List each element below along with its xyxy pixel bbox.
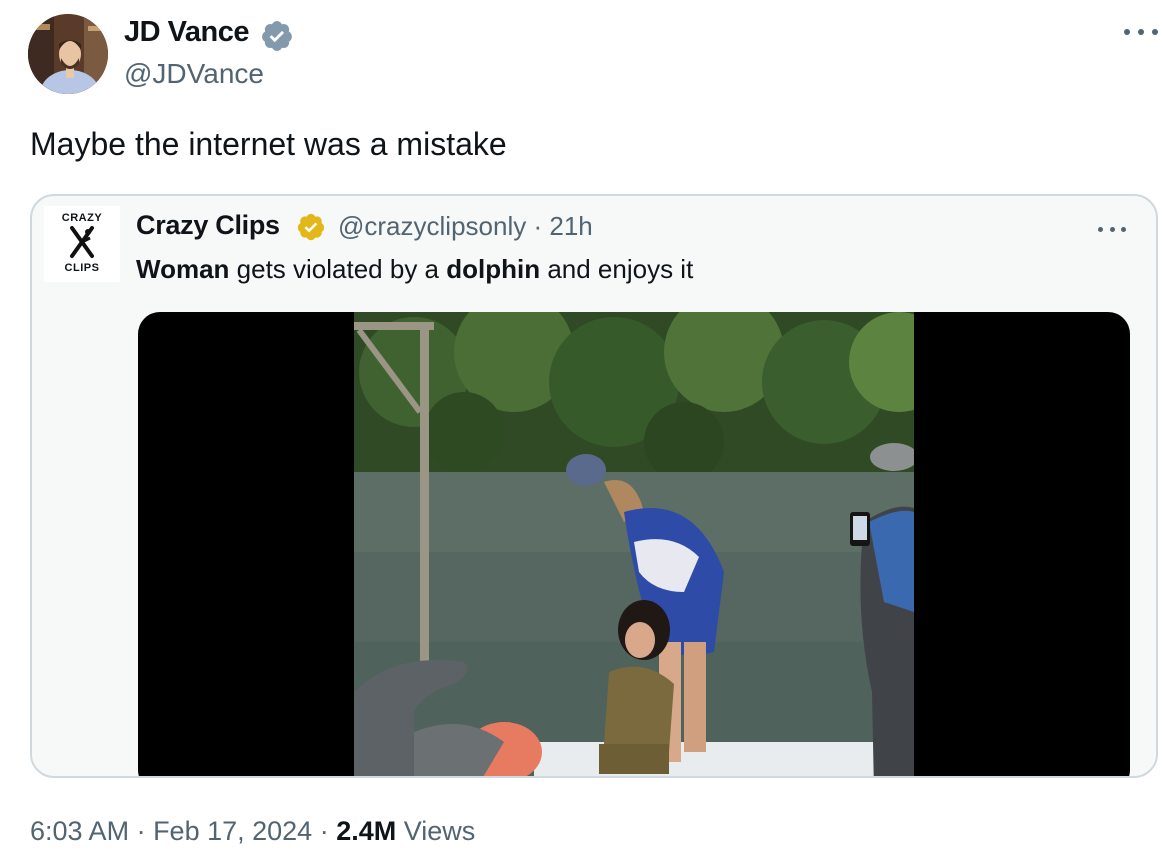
verified-gold-badge-icon — [297, 213, 325, 241]
more-options-button[interactable] — [1124, 20, 1158, 44]
author-avatar[interactable] — [28, 14, 108, 94]
tweet-time[interactable]: 6:03 AM — [30, 816, 129, 846]
more-dot — [1152, 29, 1158, 35]
tweet-footer: 6:03 AM · Feb 17, 2024 · 2.4M Views — [30, 816, 475, 847]
quoted-avatar-bottom-text: CLIPS — [64, 262, 100, 274]
more-dot — [1121, 226, 1126, 232]
author-name[interactable]: JD Vance — [124, 16, 249, 49]
more-horizontal-icon — [1124, 29, 1130, 35]
views-count[interactable]: 2.4M — [336, 816, 396, 846]
quoted-author-name[interactable]: Crazy Clips — [136, 210, 280, 241]
quoted-meta: @crazyclipsonly · 21h — [338, 211, 593, 242]
crazy-clips-logo-icon — [70, 226, 94, 258]
more-dot — [1109, 226, 1115, 232]
quoted-text-part-4: and enjoys it — [540, 254, 694, 284]
author-handle[interactable]: @JDVance — [124, 58, 264, 90]
tweet-date[interactable]: Feb 17, 2024 — [153, 816, 312, 846]
quoted-avatar[interactable]: CRAZY CLIPS — [44, 206, 120, 282]
quoted-more-options-button[interactable] — [1098, 222, 1126, 236]
footer-separator: · — [312, 816, 337, 846]
video-thumbnail — [354, 312, 914, 776]
author-avatar-image — [28, 14, 108, 94]
more-horizontal-icon — [1098, 226, 1103, 232]
quoted-text-bold-2: dolphin — [446, 254, 541, 284]
more-dot — [1138, 29, 1144, 35]
quoted-avatar-top-text: CRAZY — [61, 212, 103, 224]
quoted-handle[interactable]: @crazyclipsonly — [338, 211, 526, 241]
verified-badge-icon — [262, 21, 292, 51]
views-label: Views — [396, 816, 476, 846]
quoted-text: Woman gets violated by a dolphin and enj… — [136, 254, 693, 285]
quoted-separator: · — [533, 211, 543, 241]
quoted-text-part-2: gets violated by a — [229, 254, 447, 284]
quoted-text-bold-1: Woman — [136, 254, 230, 284]
tweet-text: Maybe the internet was a mistake — [30, 126, 507, 162]
video-player[interactable] — [138, 312, 1130, 776]
quoted-time[interactable]: 21h — [549, 211, 592, 241]
footer-separator: · — [129, 816, 154, 846]
quoted-tweet-card[interactable]: CRAZY CLIPS Crazy Clips @crazyclipsonly … — [30, 194, 1158, 778]
